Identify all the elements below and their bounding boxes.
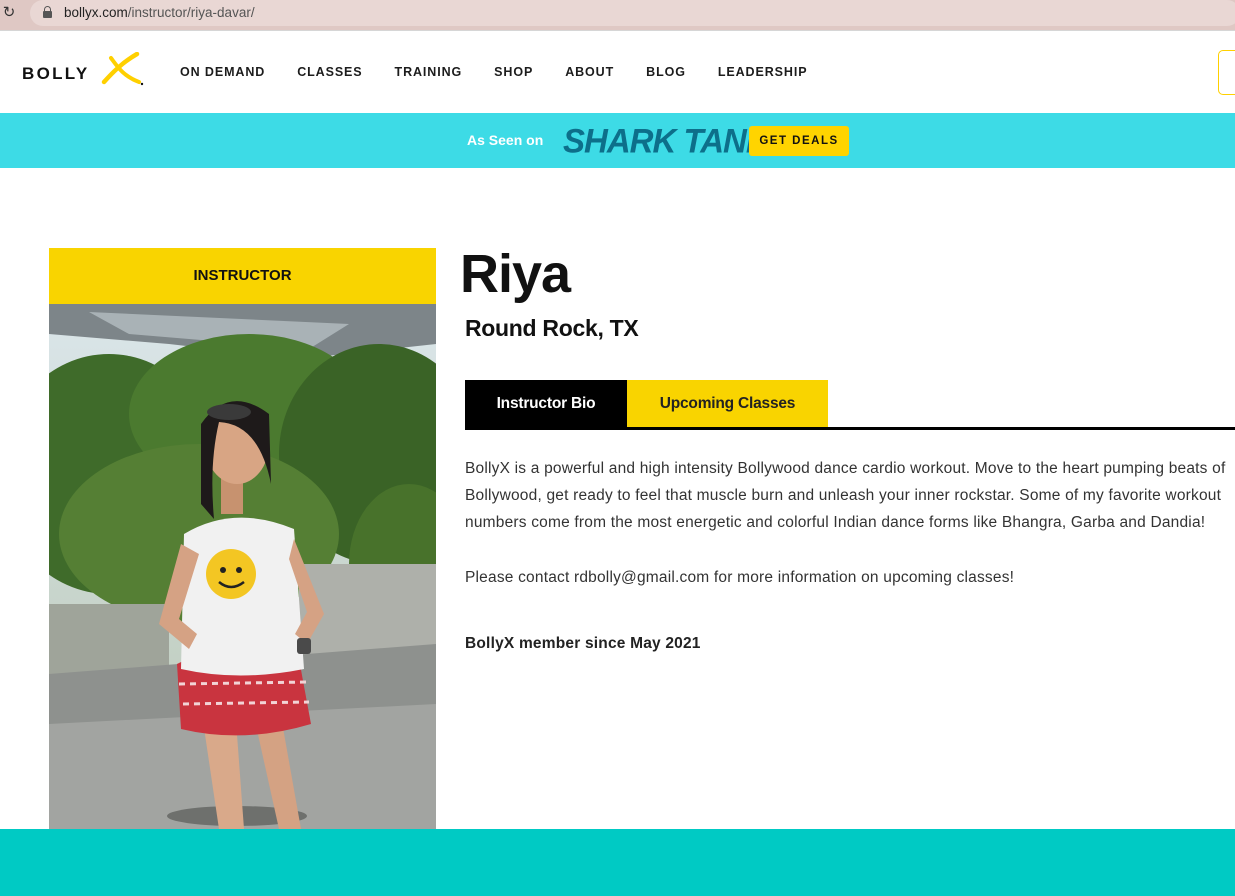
tab-upcoming-classes[interactable]: Upcoming Classes — [627, 380, 828, 428]
instructor-name: Riya — [460, 244, 571, 304]
nav-on-demand[interactable]: ON DEMAND — [180, 65, 265, 79]
as-seen-on-text: As Seen on — [467, 132, 544, 148]
nav-leadership[interactable]: LEADERSHIP — [718, 65, 808, 79]
reload-icon[interactable]: ↻ — [0, 3, 18, 23]
member-since: BollyX member since May 2021 — [465, 635, 701, 652]
main-nav: ON DEMAND CLASSES TRAINING SHOP ABOUT BL… — [180, 65, 839, 79]
promo-banner: As Seen on SHARK TANK GET DEALS — [0, 113, 1235, 168]
nav-classes[interactable]: CLASSES — [297, 65, 362, 79]
browser-address-bar: ↻ bollyx.com/instructor/riya-davar/ — [0, 0, 1235, 30]
tabs-divider — [465, 427, 1235, 430]
footer-band — [0, 829, 1235, 896]
header-action-button[interactable] — [1218, 50, 1235, 95]
logo-x-mark-icon — [101, 52, 144, 86]
instructor-card: INSTRUCTOR — [49, 248, 436, 829]
nav-blog[interactable]: BLOG — [646, 65, 686, 79]
url-text: bollyx.com/instructor/riya-davar/ — [64, 4, 255, 21]
nav-about[interactable]: ABOUT — [565, 65, 614, 79]
photo-illustration — [49, 304, 436, 829]
url-field[interactable]: bollyx.com/instructor/riya-davar/ — [30, 0, 1235, 26]
instructor-bio: BollyX is a powerful and high intensity … — [465, 455, 1235, 591]
bio-text: BollyX is a powerful and high intensity … — [465, 460, 1226, 531]
contact-text: Please contact rdbolly@gmail.com for mor… — [465, 569, 1015, 586]
url-path: /instructor/riya-davar/ — [127, 5, 255, 20]
nav-training[interactable]: TRAINING — [395, 65, 463, 79]
tab-instructor-bio[interactable]: Instructor Bio — [465, 380, 627, 428]
lock-icon[interactable] — [43, 6, 52, 18]
bollyx-logo[interactable]: BOLLY — [21, 52, 146, 88]
shark-tank-logo: SHARK TANK — [563, 121, 770, 160]
nav-shop[interactable]: SHOP — [494, 65, 533, 79]
get-deals-button[interactable]: GET DEALS — [749, 126, 849, 156]
profile-tabs: Instructor Bio Upcoming Classes — [465, 380, 828, 428]
site-header: BOLLY ON DEMAND CLASSES TRAINING SHOP AB… — [0, 31, 1235, 113]
logo-wordmark: BOLLY — [22, 64, 90, 83]
instructor-photo — [49, 304, 436, 829]
card-label: INSTRUCTOR — [49, 248, 436, 304]
instructor-location: Round Rock, TX — [465, 315, 639, 341]
url-host: bollyx.com — [64, 5, 128, 20]
